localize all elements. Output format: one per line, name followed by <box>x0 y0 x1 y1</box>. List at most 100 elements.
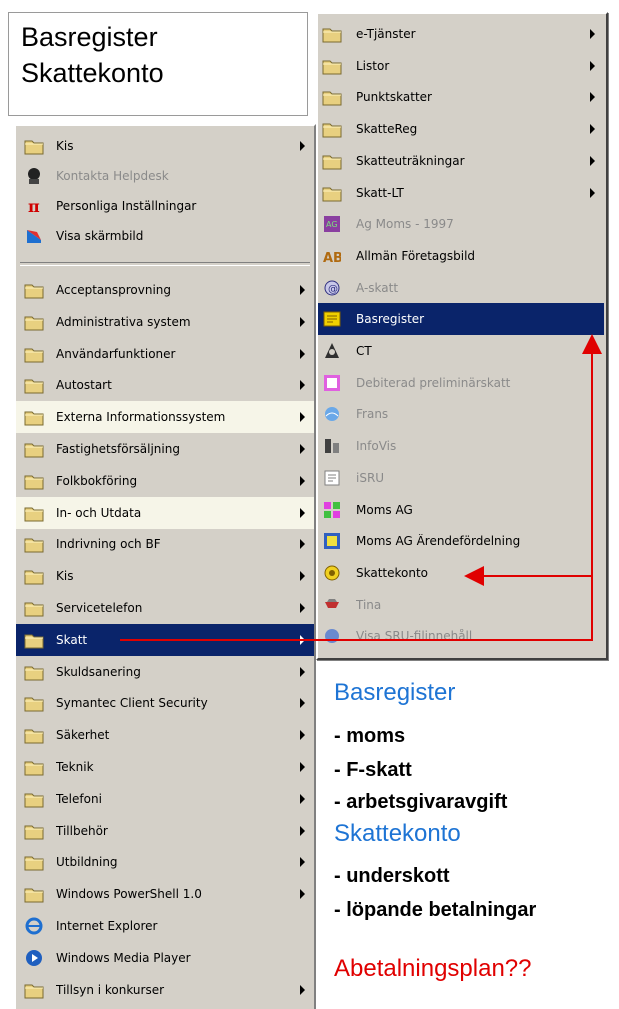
skatt-menu-item-ag-moms-1997[interactable]: AG Ag Moms - 1997 <box>318 208 604 240</box>
note-item-fskatt: - F-skatt <box>334 759 412 781</box>
menu-item-label: Skattekonto <box>356 565 429 580</box>
skatt-menu-item-visa-sru-filinnehall[interactable]: Visa SRU-filinnehåll <box>318 620 604 652</box>
start-menu-item-teknik[interactable]: Teknik <box>16 751 314 783</box>
folder-icon <box>24 757 44 777</box>
folder-icon <box>322 87 342 107</box>
folder-icon <box>322 119 342 139</box>
folder-icon <box>24 280 44 300</box>
submenu-arrow-icon <box>298 507 308 518</box>
skatt-menu-item-basregister[interactable]: Basregister <box>318 303 604 336</box>
skatt-menu-item-e-tjanster[interactable]: e-Tjänster <box>318 18 604 50</box>
start-menu-item-in-och-utdata[interactable]: In- och Utdata <box>16 496 314 529</box>
start-menu-item-skuldsanering[interactable]: Skuldsanering <box>16 656 314 688</box>
menu-item-label: Säkerhet <box>56 728 110 743</box>
menu-item-label: Kis <box>56 569 74 584</box>
menu-item-label: Autostart <box>56 378 112 393</box>
start-menu-item-acceptansprovning[interactable]: Acceptansprovning <box>16 274 314 306</box>
start-menu-item-visa-skarmbild[interactable]: Visa skärmbild <box>16 220 314 252</box>
title-line-2: Skattekonto <box>21 58 164 88</box>
start-menu-item-kontakta-helpdesk[interactable]: Kontakta Helpdesk <box>16 160 314 192</box>
menu-item-label: Skuldsanering <box>56 664 141 679</box>
menu-item-label: Listor <box>356 58 390 73</box>
folder-icon <box>322 183 342 203</box>
skatt-menu-item-infovis[interactable]: InfoVis <box>318 430 604 462</box>
folder-icon <box>322 56 342 76</box>
menu-item-label: Administrativa system <box>56 314 191 329</box>
submenu-arrow-icon <box>298 857 308 868</box>
folder-icon <box>24 630 44 650</box>
start-menu-item-servicetelefon[interactable]: Servicetelefon <box>16 592 314 624</box>
menu-item-label: Skatt-LT <box>356 185 404 200</box>
menu-item-label: Kis <box>56 139 74 153</box>
skatt-menu-item-ct[interactable]: CT <box>318 335 604 367</box>
folder-icon <box>24 375 44 395</box>
moms-distribution-icon <box>322 531 342 551</box>
skatt-menu-item-skattereg[interactable]: SkatteReg <box>318 113 604 145</box>
folder-icon <box>322 24 342 44</box>
start-menu-item-personliga-installningar[interactable]: π Personliga Inställningar <box>16 190 314 222</box>
skatt-menu-item-frans[interactable]: Frans <box>318 398 604 430</box>
menu-item-label: Windows Media Player <box>56 950 191 965</box>
folder-icon <box>24 471 44 491</box>
ie-icon <box>24 916 44 936</box>
note-heading-skattekonto: Skattekonto <box>334 820 461 847</box>
start-menu-item-symantec-client-security[interactable]: Symantec Client Security <box>16 687 314 719</box>
skatt-menu-item-skatteutrakningar[interactable]: Skatteuträkningar <box>318 145 604 177</box>
submenu-arrow-icon <box>588 60 598 71</box>
start-menu-item-tillsyn-i-konkurser[interactable]: Tillsyn i konkurser <box>16 974 314 1006</box>
start-menu-item-kis[interactable]: Kis <box>16 130 314 162</box>
start-menu-item-kis[interactable]: Kis <box>16 560 314 592</box>
company-icon: AB <box>322 246 342 266</box>
submenu-arrow-icon <box>298 603 308 613</box>
skatt-menu-item-allman-foretagsbild[interactable]: AB Allmän Företagsbild <box>318 240 604 272</box>
start-menu-item-sakerhet[interactable]: Säkerhet <box>16 719 314 751</box>
menu-item-label: Visa skärmbild <box>56 229 144 243</box>
frans-icon <box>322 404 342 424</box>
submenu-arrow-icon <box>298 380 308 391</box>
folder-icon <box>24 980 44 1000</box>
start-menu-item-indrivning-och-bf[interactable]: Indrivning och BF <box>16 528 314 560</box>
folder-icon <box>24 821 44 841</box>
start-menu-item-anvandarfunktioner[interactable]: Användarfunktioner <box>16 338 314 370</box>
start-menu-item-externa-informationssystem[interactable]: Externa Informationssystem <box>16 401 314 434</box>
start-menu-item-administrativa-system[interactable]: Administrativa system <box>16 306 314 338</box>
skatt-menu-item-debiterad-preliminarskatt[interactable]: Debiterad preliminärskatt <box>318 367 604 399</box>
folder-icon <box>24 566 44 586</box>
menu-item-label: Moms AG <box>356 502 413 517</box>
skatt-menu-item-a-skatt[interactable]: @ A-skatt <box>318 272 604 304</box>
menu-item-label: Indrivning och BF <box>56 537 161 552</box>
start-menu-item-autostart[interactable]: Autostart <box>16 369 314 401</box>
start-menu-item-telefoni[interactable]: Telefoni <box>16 783 314 815</box>
menu-item-label: Externa Informationssystem <box>56 410 226 425</box>
skatt-menu-item-listor[interactable]: Listor <box>318 50 604 82</box>
skatt-menu-item-skattekonto[interactable]: Skattekonto <box>318 557 604 589</box>
start-menu-item-folkbokforing[interactable]: Folkbokföring <box>16 465 314 497</box>
menu-item-label: SkatteReg <box>356 122 418 137</box>
submenu-arrow-icon <box>298 984 308 995</box>
skatt-menu-item-isru[interactable]: iSRU <box>318 462 604 494</box>
start-menu-item-internet-explorer[interactable]: Internet Explorer <box>16 910 314 942</box>
skatt-menu-item-tina[interactable]: Tina <box>318 589 604 621</box>
submenu-arrow-icon <box>298 889 308 900</box>
annotation-box: Basregister - moms - F-skatt - arbetsgiv… <box>320 675 619 1009</box>
start-menu-item-windows-media-player[interactable]: Windows Media Player <box>16 942 314 974</box>
menu-item-label: Tillbehör <box>56 823 108 838</box>
submenu-arrow-icon <box>588 124 598 135</box>
note-heading-basregister: Basregister <box>334 679 456 706</box>
folder-icon <box>24 407 44 427</box>
menu-item-label: Skatteuträkningar <box>356 153 465 168</box>
start-menu-item-utbildning[interactable]: Utbildning <box>16 846 314 878</box>
submenu-arrow-icon <box>298 539 308 550</box>
skatt-menu-item-moms-ag-arendefordelning[interactable]: Moms AG Ärendefördelning <box>318 525 604 557</box>
start-menu-item-skatt[interactable]: Skatt <box>16 623 314 656</box>
skatt-menu-item-moms-ag[interactable]: Moms AG <box>318 494 604 526</box>
skatt-menu-item-skatt-lt[interactable]: Skatt-LT <box>318 177 604 209</box>
start-menu-item-windows-powershell-1-0[interactable]: Windows PowerShell 1.0 <box>16 878 314 910</box>
folder-icon <box>24 598 44 618</box>
start-menu-item-fastighetsforsaljning[interactable]: Fastighetsförsäljning <box>16 433 314 465</box>
submenu-arrow-icon <box>298 634 308 645</box>
start-menu-item-tillbehor[interactable]: Tillbehör <box>16 815 314 847</box>
skatt-menu-item-punktskatter[interactable]: Punktskatter <box>318 81 604 113</box>
submenu-arrow-icon <box>298 666 308 677</box>
submenu-arrow-icon <box>298 348 308 359</box>
